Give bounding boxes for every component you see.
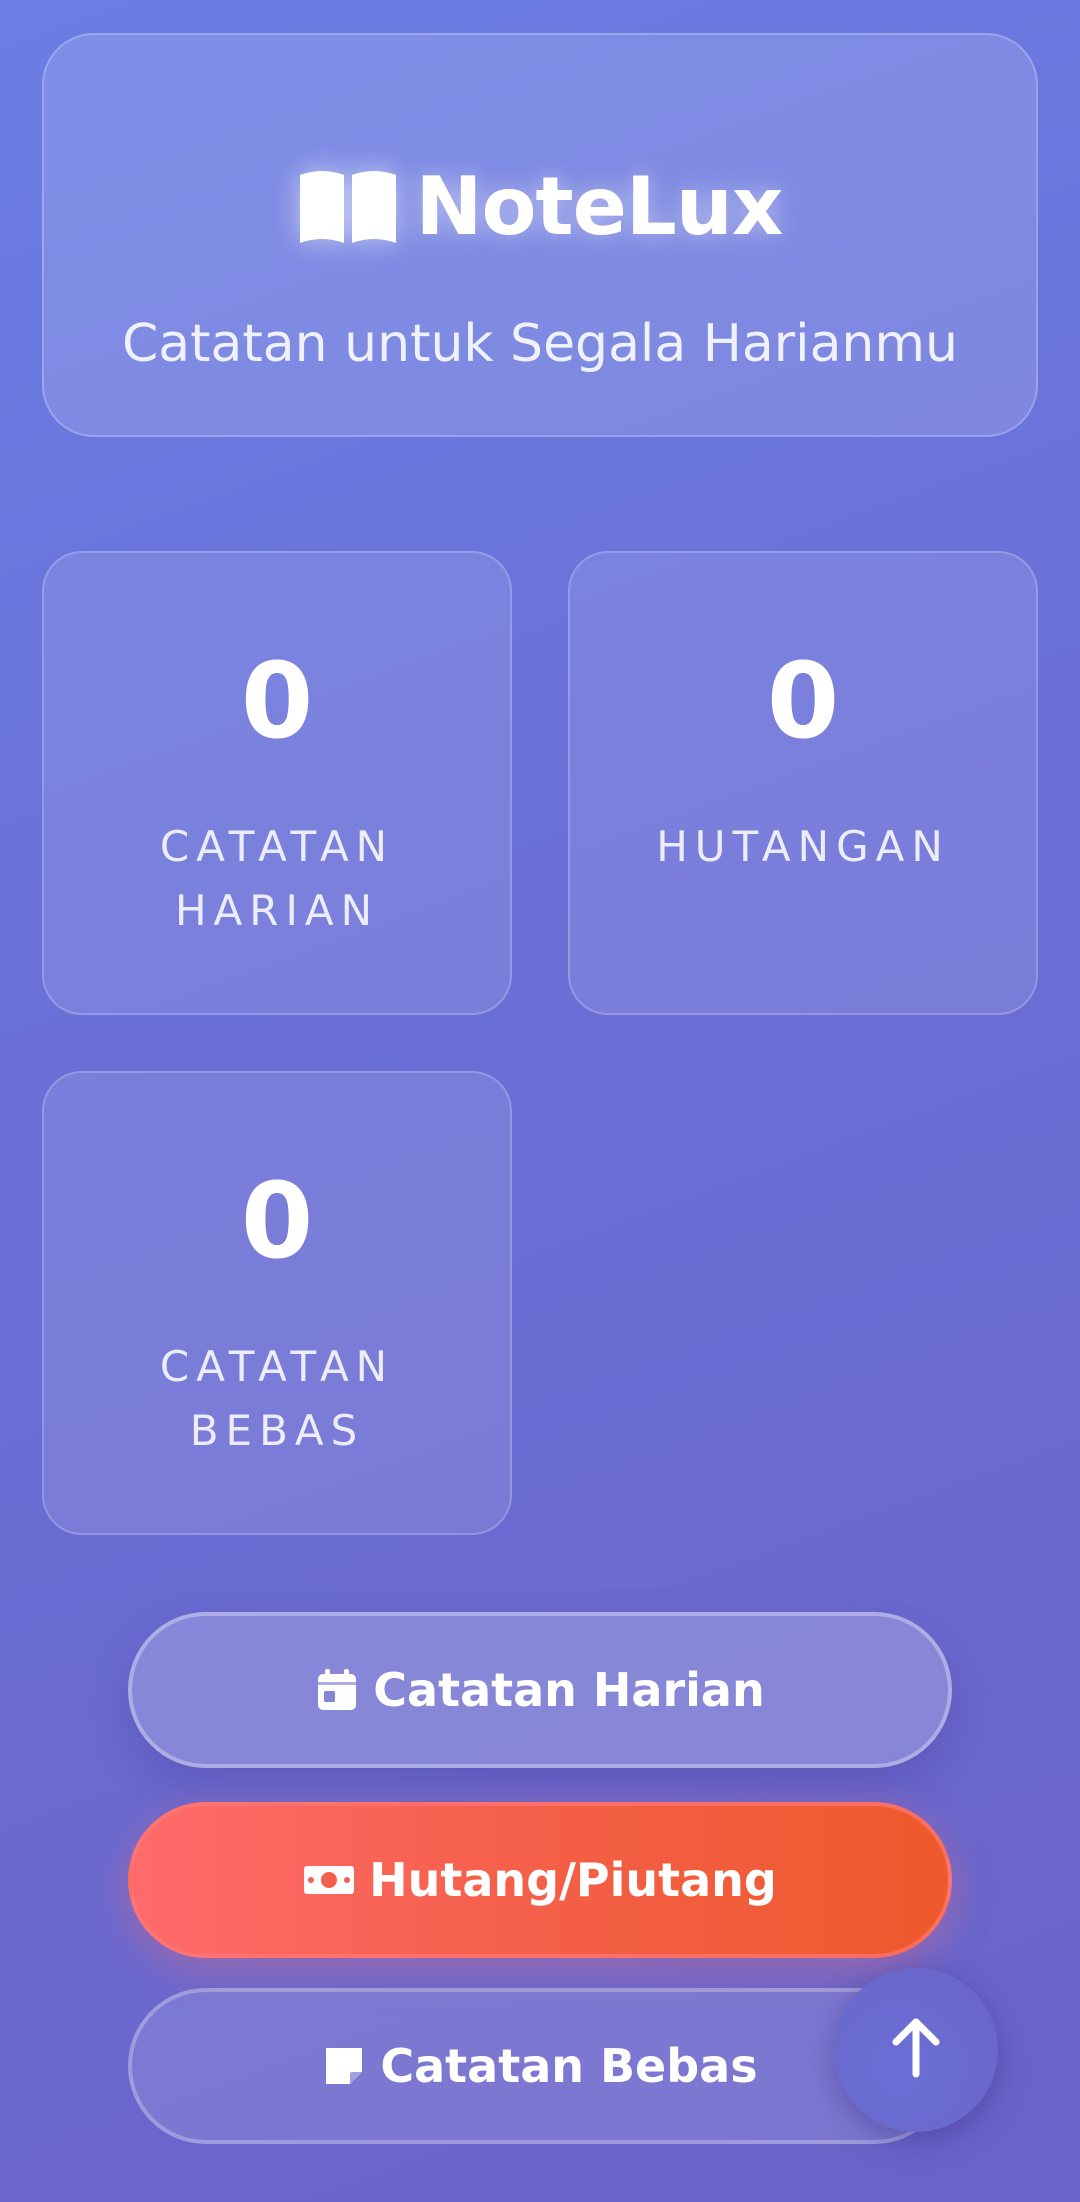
daily-notes-button[interactable]: Catatan Harian: [128, 1612, 952, 1768]
header-card: NoteLux Catatan untuk Segala Harianmu: [42, 33, 1038, 437]
calendar-icon: [315, 1668, 359, 1712]
stat-card-free-notes: 0 CATATAN BEBAS: [42, 1071, 512, 1535]
app-tagline: Catatan untuk Segala Harianmu: [121, 314, 958, 374]
stat-card-daily-notes: 0 CATATAN HARIAN: [42, 551, 512, 1015]
debt-button[interactable]: Hutang/Piutang: [128, 1802, 952, 1958]
arrow-up-icon: [884, 2016, 948, 2084]
debt-button-label: Hutang/Piutang: [369, 1853, 777, 1907]
stat-label: HUTANGAN: [656, 822, 950, 871]
free-notes-button[interactable]: Catatan Bebas: [128, 1988, 952, 2144]
money-bill-icon: [303, 1858, 355, 1902]
brand: NoteLux: [44, 167, 1036, 247]
stat-card-debts: 0 HUTANGAN: [568, 551, 1038, 1015]
stat-value: 0: [240, 640, 314, 762]
free-notes-button-label: Catatan Bebas: [380, 2039, 758, 2093]
stat-value: 0: [240, 1160, 314, 1282]
scroll-to-top-button[interactable]: [834, 1968, 998, 2132]
daily-notes-button-label: Catatan Harian: [373, 1663, 765, 1717]
stat-value: 0: [766, 640, 840, 762]
sticky-note-icon: [322, 2044, 366, 2088]
stat-label: CATATAN HARIAN: [159, 822, 395, 935]
stat-label: CATATAN BEBAS: [159, 1342, 395, 1455]
book-open-icon: [298, 167, 398, 247]
app-title: NoteLux: [415, 160, 784, 253]
